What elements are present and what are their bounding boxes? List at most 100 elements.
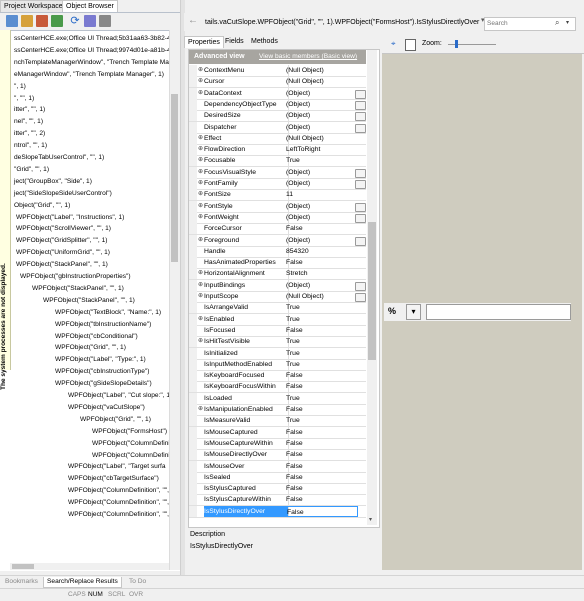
property-row[interactable]: ⊕ IsEnabled True bbox=[189, 313, 366, 326]
property-value[interactable]: 854320 bbox=[286, 246, 356, 257]
property-row[interactable]: IsKeyboardFocused False bbox=[189, 370, 366, 383]
property-row[interactable]: ⊕ FontStyle (Object) bbox=[189, 200, 366, 213]
property-value[interactable]: (Object) bbox=[286, 167, 356, 178]
ellipsis-button[interactable] bbox=[355, 100, 366, 110]
tree-node[interactable]: deSlopeTabUserControl", "", 1) bbox=[14, 152, 104, 163]
property-value[interactable]: False bbox=[286, 404, 356, 415]
sort-icon[interactable] bbox=[84, 15, 96, 27]
tree-node[interactable]: WPFObject("GridSplitter", "", 1) bbox=[16, 235, 107, 246]
property-row[interactable]: ⊕ FocusVisualStyle (Object) bbox=[189, 166, 366, 179]
property-row[interactable]: ⊕ FlowDirection LeftToRight bbox=[189, 144, 366, 157]
expand-icon[interactable]: ⊕ bbox=[198, 336, 203, 347]
property-value[interactable]: (Null Object) bbox=[286, 133, 356, 144]
property-row[interactable]: ForceCursor False bbox=[189, 223, 366, 236]
scroll-down-icon[interactable]: ▾ bbox=[369, 516, 372, 523]
filter-icon[interactable] bbox=[36, 15, 48, 27]
tree-node[interactable]: WPFObject("ColumnDefinition", "", bbox=[68, 509, 169, 520]
page-icon[interactable] bbox=[405, 39, 416, 51]
property-row[interactable]: ⊕ Effect (Null Object) bbox=[189, 132, 366, 145]
tree-node[interactable]: itter", "", 1) bbox=[14, 104, 45, 115]
property-value[interactable]: False bbox=[286, 223, 356, 234]
property-row[interactable]: ⊕ IsManipulationEnabled False bbox=[189, 404, 366, 416]
property-row[interactable]: ⊕ HorizontalAlignment Stretch bbox=[189, 268, 366, 281]
tree-node[interactable]: WPFObject("Grid", "", 1) bbox=[80, 414, 151, 425]
expand-icon[interactable]: ⊕ bbox=[198, 178, 203, 189]
property-value[interactable]: (Object) bbox=[286, 178, 356, 189]
tree-node[interactable]: WPFObject("ColumnDefinition", "", bbox=[68, 497, 169, 508]
property-row[interactable]: ⊕ DataContext (Object) bbox=[189, 87, 366, 100]
property-row[interactable]: ⊕ FontWeight (Object) bbox=[189, 211, 366, 224]
property-row[interactable]: IsStylusCaptured False bbox=[189, 483, 366, 496]
property-value[interactable]: False bbox=[286, 449, 356, 460]
tab-object-browser[interactable]: Object Browser bbox=[62, 0, 118, 12]
property-value[interactable]: (Object) bbox=[286, 88, 356, 99]
tab-search-replace-results[interactable]: Search/Replace Results bbox=[43, 577, 122, 588]
expand-icon[interactable]: ⊕ bbox=[198, 201, 203, 212]
ellipsis-button[interactable] bbox=[355, 112, 366, 122]
expand-icon[interactable]: ⊕ bbox=[198, 268, 203, 279]
ellipsis-button[interactable] bbox=[355, 281, 366, 291]
tree-node[interactable]: WPFObject("Grid", "", 1) bbox=[55, 342, 126, 353]
tree-node[interactable]: eManagerWindow", "Trench Template Manage… bbox=[14, 69, 164, 80]
property-row[interactable]: ⊕ FontSize 11 bbox=[189, 189, 366, 202]
tab-bookmarks[interactable]: Bookmarks bbox=[2, 577, 41, 587]
tree-scroll-thumb[interactable] bbox=[171, 94, 178, 262]
tree-hscroll-thumb[interactable] bbox=[12, 564, 34, 569]
property-value[interactable]: (Null Object) bbox=[286, 65, 356, 76]
property-value[interactable]: True bbox=[286, 314, 356, 325]
expand-icon[interactable]: ⊕ bbox=[198, 144, 203, 155]
preview-textbox[interactable] bbox=[426, 304, 571, 320]
search-box[interactable]: ⌕ ▾ bbox=[484, 17, 576, 31]
tree-node[interactable]: WPFObject("UniformGrid", "", 1) bbox=[16, 247, 110, 258]
tree-node[interactable]: WPFObject("gSideSlopeDetails") bbox=[55, 378, 152, 389]
property-row[interactable]: ⊕ Focusable True bbox=[189, 155, 366, 168]
property-row[interactable]: IsFocused False bbox=[189, 324, 366, 337]
tree-node[interactable]: WPFObject("gbInstructionProperties") bbox=[20, 271, 131, 282]
property-row[interactable]: IsArrangeValid True bbox=[189, 302, 366, 315]
tree-node[interactable]: WPFObject("TextBlock", "Name:", 1) bbox=[55, 307, 161, 318]
property-row[interactable]: IsMouseDirectlyOver False bbox=[189, 449, 366, 462]
expand-icon[interactable]: ⊕ bbox=[198, 88, 203, 99]
tree-node[interactable]: WPFObject("cbInstructionType") bbox=[55, 366, 149, 377]
ellipsis-button[interactable] bbox=[355, 168, 366, 178]
zoom-slider-thumb[interactable] bbox=[455, 40, 458, 48]
tree-node[interactable]: WPFObject("Label", "Type:", 1) bbox=[55, 354, 146, 365]
property-row[interactable]: IsStylusCaptureWithin False bbox=[189, 494, 366, 507]
map-icon[interactable] bbox=[51, 15, 63, 27]
expand-icon[interactable]: ⊕ bbox=[198, 314, 203, 325]
tree-node[interactable]: WPFObject("vaCutSlope") bbox=[68, 402, 145, 413]
property-row[interactable]: IsStylusDirectlyOver False bbox=[189, 505, 366, 518]
tree-node[interactable]: ject("GroupBox", "Side", 1) bbox=[14, 176, 92, 187]
property-value[interactable]: False bbox=[286, 438, 356, 449]
expand-icon[interactable]: ⊕ bbox=[198, 189, 203, 200]
ellipsis-button[interactable] bbox=[355, 202, 366, 212]
property-value[interactable]: False bbox=[286, 494, 356, 505]
tree-node[interactable]: WPFObject("StackPanel", "", 1) bbox=[32, 283, 124, 294]
property-value[interactable]: (Object) bbox=[286, 280, 356, 291]
property-row[interactable]: IsSealed False bbox=[189, 471, 366, 484]
tree-node[interactable]: itter", "", 2) bbox=[14, 128, 45, 139]
ellipsis-button[interactable] bbox=[355, 89, 366, 99]
object-tree[interactable]: ssCenterHCE.exe;Office UI Thread;5b31aa6… bbox=[0, 30, 180, 571]
tree-node[interactable]: WPFObject("ScrollViewer", "", 1) bbox=[16, 223, 111, 234]
back-arrow-icon[interactable]: ← bbox=[188, 15, 198, 26]
ellipsis-button[interactable] bbox=[355, 123, 366, 133]
refresh-icon[interactable]: ⟳ bbox=[69, 15, 81, 27]
tree-node[interactable]: Object("Grid", "", 1) bbox=[14, 200, 70, 211]
expand-icon[interactable]: ⊕ bbox=[198, 167, 203, 178]
tree-node[interactable]: ", "", 1) bbox=[14, 93, 34, 104]
tree-node[interactable]: ", 1) bbox=[14, 81, 26, 92]
tree-node[interactable]: WPFObject("ColumnDefini bbox=[92, 438, 170, 449]
tree-node[interactable]: WPFObject("cbConditional") bbox=[55, 331, 138, 342]
tree-node[interactable]: ssCenterHCE.exe;Office UI Thread;9974d01… bbox=[14, 45, 171, 56]
property-grid-scroll-thumb[interactable] bbox=[368, 222, 376, 360]
expand-icon[interactable]: ⊕ bbox=[198, 133, 203, 144]
tree-node[interactable]: WPFObject("Label", "Instructions", 1) bbox=[16, 212, 124, 223]
property-value[interactable]: False bbox=[286, 505, 358, 517]
property-value[interactable]: (Object) bbox=[286, 201, 356, 212]
property-value[interactable]: False bbox=[286, 461, 356, 472]
property-row[interactable]: IsMouseCaptureWithin False bbox=[189, 437, 366, 450]
property-row[interactable]: ⊕ IsHitTestVisible True bbox=[189, 336, 366, 349]
property-row[interactable]: IsInitialized True bbox=[189, 347, 366, 360]
tree-node[interactable]: WPFObject("FormsHost") bbox=[92, 426, 167, 437]
